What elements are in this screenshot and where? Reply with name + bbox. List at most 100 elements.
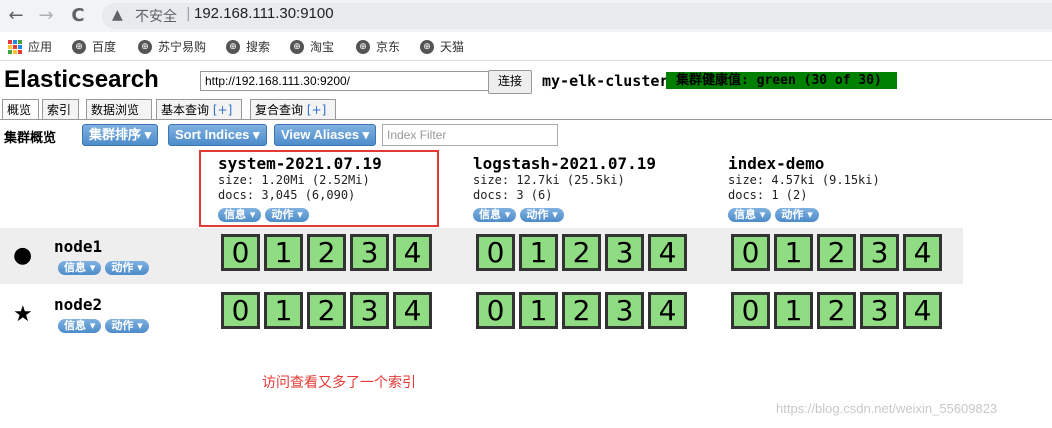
globe-icon: ⊕ — [356, 39, 370, 54]
index-docs: docs: 3 (6) — [473, 188, 553, 202]
cluster-health-badge: 集群健康值: green (30 of 30) — [666, 72, 897, 89]
bookmark-label: 天猫 — [440, 40, 465, 54]
shard[interactable]: 4 — [648, 234, 687, 271]
back-icon[interactable]: ← — [4, 4, 28, 28]
reload-icon[interactable]: C — [66, 4, 90, 28]
tab-plus: [+] — [212, 103, 233, 117]
shard[interactable]: 4 — [903, 234, 942, 271]
sort-indices-button[interactable]: Sort Indices ▾ — [168, 124, 267, 146]
shard[interactable]: 0 — [476, 292, 515, 329]
shard[interactable]: 0 — [476, 234, 515, 271]
shard[interactable]: 3 — [605, 292, 644, 329]
shard[interactable]: 1 — [519, 292, 558, 329]
insecure-label[interactable]: 不安全 — [135, 6, 177, 26]
shard[interactable]: 0 — [221, 234, 260, 271]
shard-group-logstash: 0 1 2 3 4 — [476, 292, 687, 329]
apps-icon — [8, 39, 22, 54]
tab-basic-query[interactable]: 基本查询 [+] — [156, 99, 242, 119]
bookmark-suning[interactable]: ⊕ 苏宁易购 — [138, 38, 206, 55]
bookmark-baidu[interactable]: ⊕ 百度 — [72, 38, 116, 55]
shard[interactable]: 2 — [307, 234, 346, 271]
index-info-button[interactable]: 信息 ▾ — [728, 208, 772, 222]
shard[interactable]: 4 — [903, 292, 942, 329]
node-name: node1 — [54, 237, 103, 256]
shard[interactable]: 1 — [519, 234, 558, 271]
separator: | — [186, 6, 191, 22]
tab-structured-query[interactable]: 复合查询 [+] — [250, 99, 336, 119]
node-action-button[interactable]: 动作 ▾ — [105, 261, 149, 275]
sort-cluster-button[interactable]: 集群排序 ▾ — [82, 124, 159, 146]
index-action-button[interactable]: 动作 ▾ — [775, 208, 819, 222]
shard-group-system: 0 1 2 3 4 — [221, 234, 432, 271]
node-action-button[interactable]: 动作 ▾ — [105, 319, 149, 333]
shard-group-system: 0 1 2 3 4 — [221, 292, 432, 329]
bookmark-label: 苏宁易购 — [158, 40, 207, 54]
tab-label: 概览 — [7, 103, 32, 117]
bookmark-label: 应用 — [28, 40, 53, 54]
index-filter-input[interactable]: Index Filter — [382, 124, 558, 146]
shard-group-index-demo: 0 1 2 3 4 — [731, 234, 942, 271]
forward-icon[interactable]: → — [34, 4, 58, 28]
shard[interactable]: 0 — [731, 234, 770, 271]
star-node-icon: ★ — [13, 302, 33, 327]
shard[interactable]: 4 — [393, 292, 432, 329]
node-name: node2 — [54, 295, 103, 314]
tab-divider — [0, 119, 1052, 120]
tab-browser[interactable]: 数据浏览 — [86, 99, 152, 119]
connect-button[interactable]: 连接 — [488, 70, 532, 94]
bookmark-apps[interactable]: 应用 — [8, 38, 52, 55]
shard-group-index-demo: 0 1 2 3 4 — [731, 292, 942, 329]
shard[interactable]: 1 — [264, 292, 303, 329]
index-docs: docs: 1 (2) — [728, 188, 808, 202]
globe-icon: ⊕ — [420, 39, 434, 54]
shard[interactable]: 2 — [817, 292, 856, 329]
bookmark-label: 百度 — [92, 40, 117, 54]
tab-label: 数据浏览 — [91, 103, 140, 117]
bookmark-tmall[interactable]: ⊕ 天猫 — [420, 38, 464, 55]
shard[interactable]: 1 — [774, 234, 813, 271]
tab-overview[interactable]: 概览 — [2, 99, 39, 119]
bookmark-taobao[interactable]: ⊕ 淘宝 — [290, 38, 334, 55]
warning-icon[interactable]: ▲ — [112, 7, 123, 23]
shard[interactable]: 1 — [264, 234, 303, 271]
url-text[interactable]: 192.168.111.30:9100 — [194, 5, 334, 22]
tab-label: 索引 — [47, 103, 72, 117]
shard[interactable]: 0 — [221, 292, 260, 329]
shard-group-logstash: 0 1 2 3 4 — [476, 234, 687, 271]
bookmark-jd[interactable]: ⊕ 京东 — [356, 38, 400, 55]
shard[interactable]: 1 — [774, 292, 813, 329]
index-name: index-demo — [728, 154, 825, 173]
shard[interactable]: 3 — [350, 292, 389, 329]
node-info-button[interactable]: 信息 ▾ — [58, 319, 102, 333]
globe-icon: ⊕ — [138, 39, 152, 54]
index-info-button[interactable]: 信息 ▾ — [473, 208, 517, 222]
shard[interactable]: 3 — [605, 234, 644, 271]
shard[interactable]: 3 — [860, 292, 899, 329]
shard[interactable]: 3 — [350, 234, 389, 271]
app-title: Elasticsearch — [4, 66, 159, 93]
shard[interactable]: 2 — [817, 234, 856, 271]
bookmarks-bar: 应用 ⊕ 百度 ⊕ 苏宁易购 ⊕ 搜索 ⊕ 淘宝 ⊕ 京东 ⊕ 天猫 — [0, 32, 1052, 61]
node-row-node1: ● node1 信息 ▾ 动作 ▾ 0 1 2 3 4 0 1 2 3 4 0 1… — [0, 228, 963, 284]
shard[interactable]: 0 — [731, 292, 770, 329]
highlight-box — [199, 150, 439, 227]
annotation-text: 访问查看又多了一个索引 — [262, 375, 416, 391]
shard[interactable]: 4 — [648, 292, 687, 329]
index-size: size: 12.7ki (25.5ki) — [473, 173, 625, 187]
index-header-logstash: logstash-2021.07.19 size: 12.7ki (25.5ki… — [473, 155, 656, 222]
view-aliases-button[interactable]: View Aliases ▾ — [274, 124, 377, 146]
shard[interactable]: 3 — [860, 234, 899, 271]
node-info-button[interactable]: 信息 ▾ — [58, 261, 102, 275]
index-name: logstash-2021.07.19 — [473, 154, 657, 173]
shard[interactable]: 4 — [393, 234, 432, 271]
tab-indices[interactable]: 索引 — [42, 99, 79, 119]
connect-url-input[interactable]: http://192.168.111.30:9200/ — [200, 71, 494, 91]
index-action-button[interactable]: 动作 ▾ — [520, 208, 564, 222]
shard[interactable]: 2 — [562, 234, 601, 271]
globe-icon: ⊕ — [72, 39, 86, 54]
shard[interactable]: 2 — [562, 292, 601, 329]
bookmark-search[interactable]: ⊕ 搜索 — [226, 38, 270, 55]
globe-icon: ⊕ — [290, 39, 304, 54]
node-row-node2: ★ node2 信息 ▾ 动作 ▾ 0 1 2 3 4 0 1 2 3 4 0 1… — [0, 286, 963, 342]
shard[interactable]: 2 — [307, 292, 346, 329]
